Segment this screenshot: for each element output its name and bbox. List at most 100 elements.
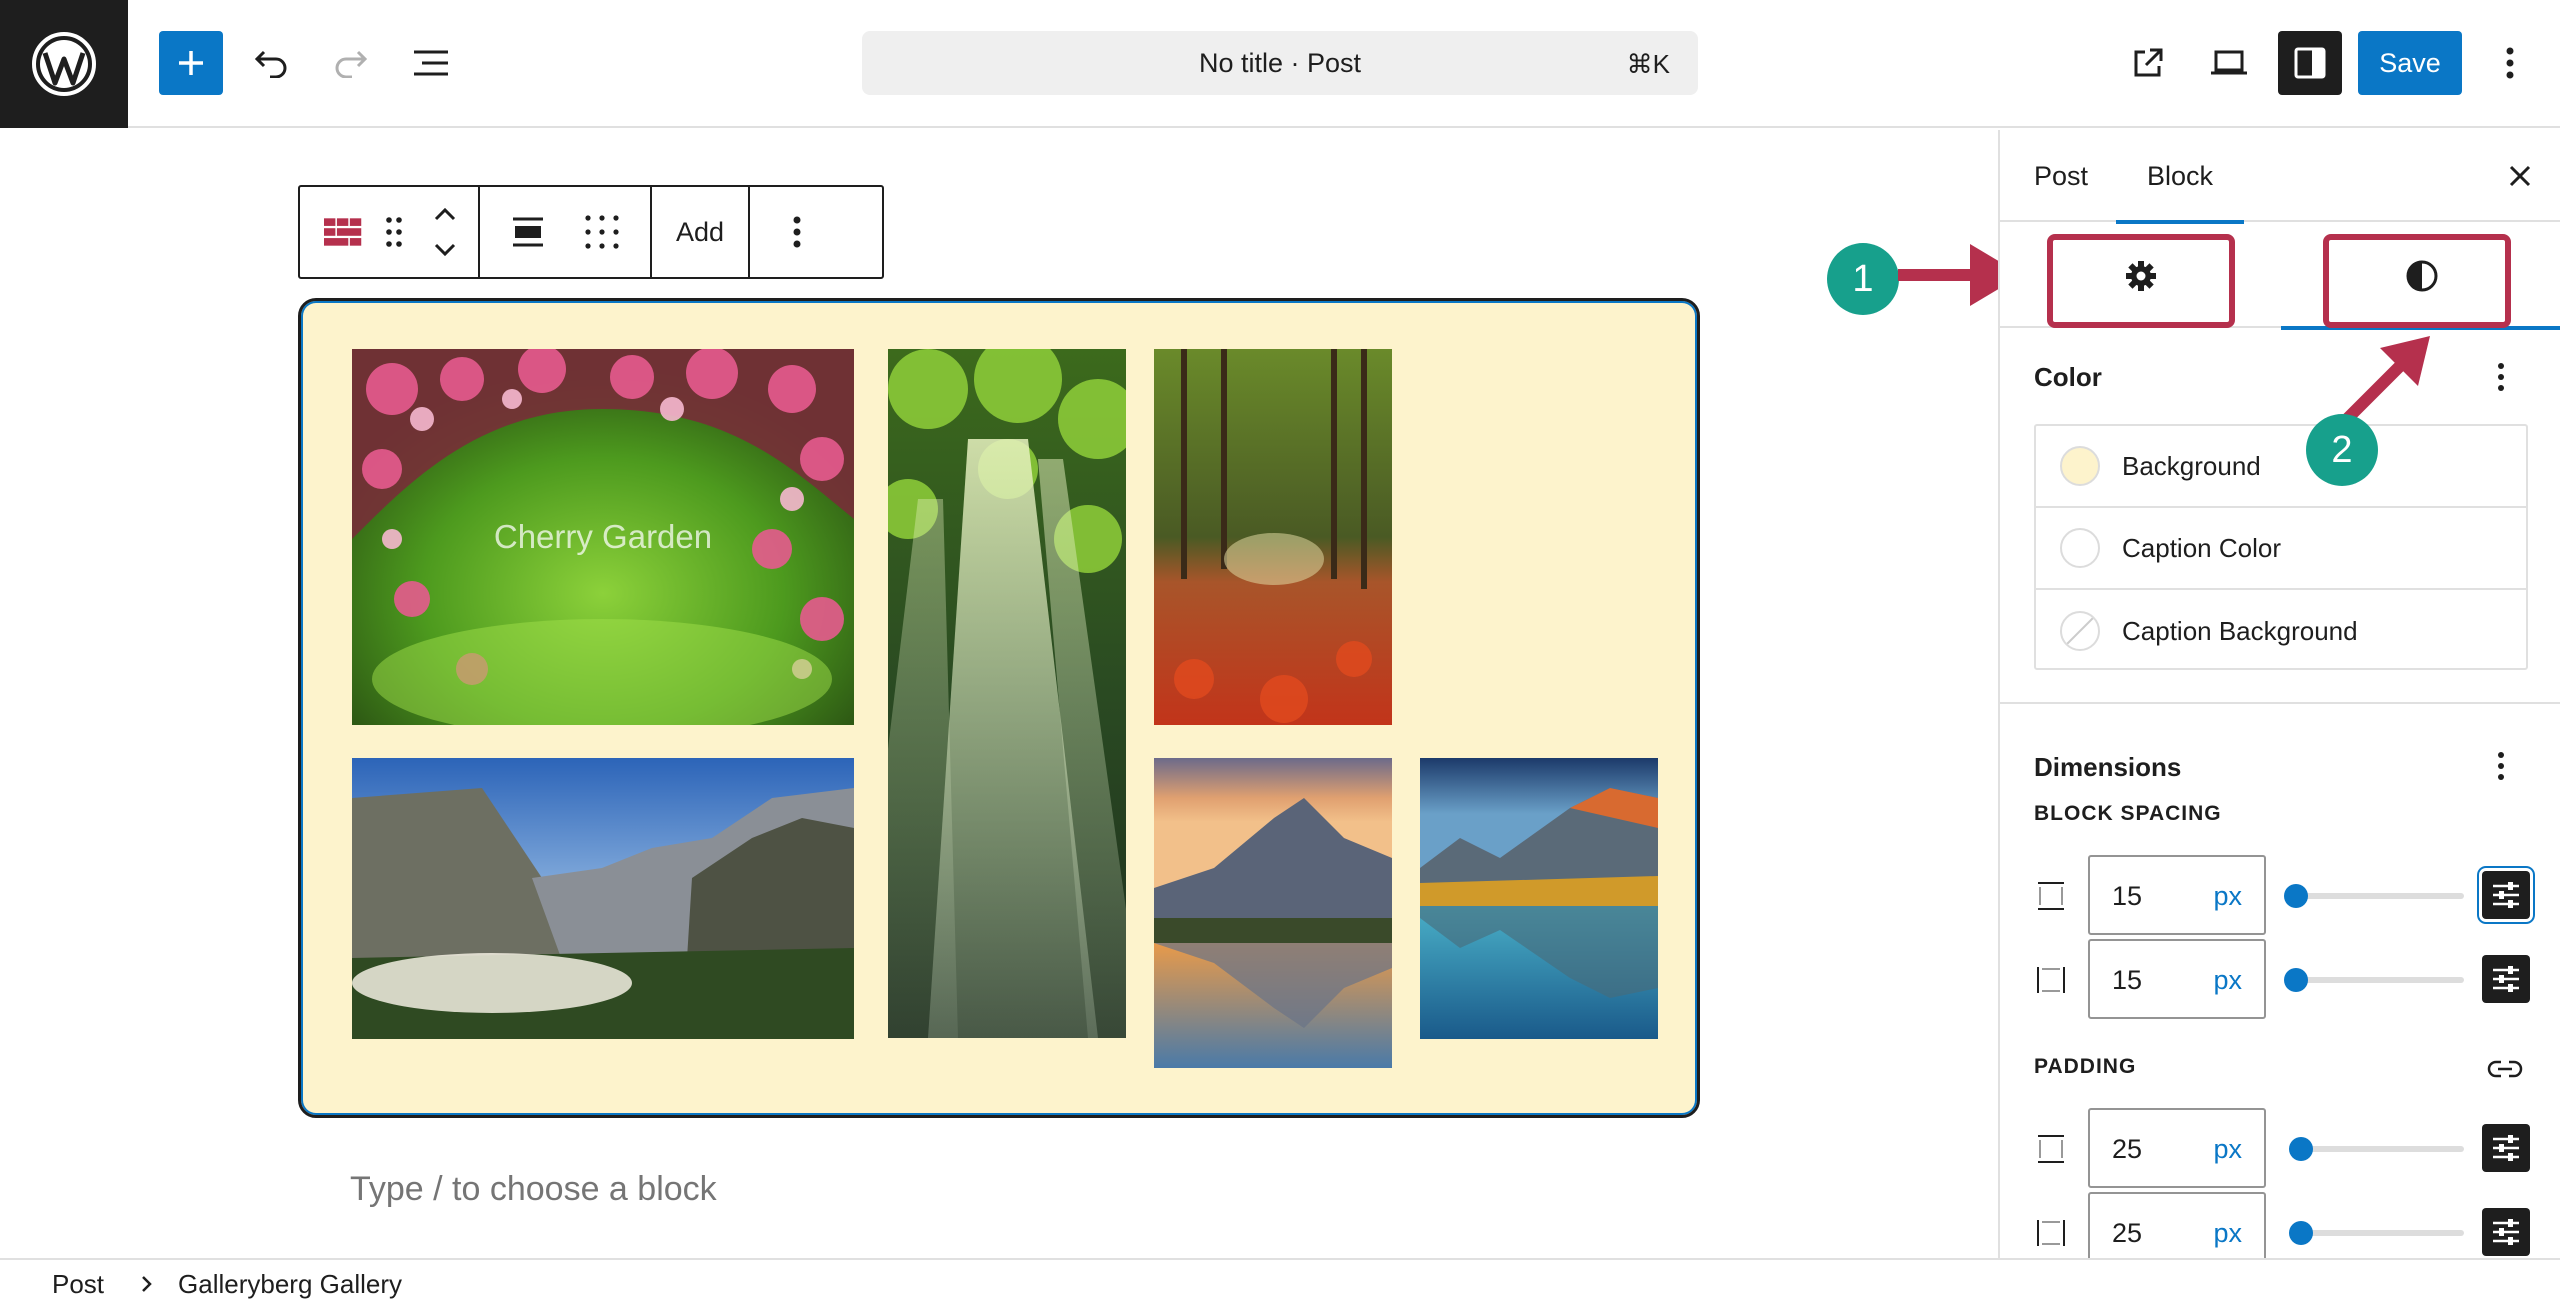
add-block-button[interactable] (159, 31, 223, 95)
block-appender-placeholder[interactable]: Type / to choose a block (350, 1170, 717, 1209)
close-sidebar-button[interactable] (2500, 156, 2540, 196)
tab-block[interactable]: Block (2116, 130, 2244, 224)
input-value: 25 (2112, 1218, 2143, 1248)
desktop-icon (2211, 50, 2247, 75)
breadcrumb-item-gallery[interactable]: Galleryberg Gallery (178, 1269, 402, 1300)
link-sides-icon[interactable] (2484, 1048, 2526, 1090)
align-button[interactable] (480, 187, 576, 277)
block-type-button[interactable] (300, 187, 362, 277)
view-post-button[interactable] (2116, 31, 2180, 95)
options-button[interactable] (2490, 31, 2530, 95)
undo-button[interactable] (239, 31, 303, 95)
block-toolbar-group-align (480, 187, 652, 277)
external-link-icon (2134, 48, 2163, 77)
padding-vertical-icon (2038, 1135, 2064, 1163)
sliders-icon (2493, 882, 2519, 908)
block-spacing-horizontal-row: 15 px (2034, 939, 2530, 1021)
top-toolbar: No title · Post ⌘K Save (0, 0, 2560, 128)
padding-horizontal-slider[interactable] (2296, 1230, 2464, 1236)
gallery-image-mountain-sunset[interactable] (1154, 758, 1392, 1068)
gallery-image-forest-sunbeams[interactable] (888, 349, 1126, 1038)
block-spacing-horizontal-slider[interactable] (2296, 977, 2464, 983)
block-toolbar-group-add: Add (652, 187, 751, 277)
sidebar-icon (2294, 47, 2326, 79)
gallery-image-autumn-path[interactable] (1154, 349, 1392, 725)
block-spacing-vertical-input[interactable]: 15 px (2088, 855, 2266, 935)
settings-sidebar-toggle[interactable] (2278, 31, 2342, 95)
padding-horizontal-input[interactable]: 25 px (2088, 1192, 2266, 1258)
list-view-button[interactable] (399, 31, 463, 95)
drag-handle[interactable] (362, 187, 426, 277)
padding-horizontal-row: 25 px (2034, 1192, 2530, 1258)
more-vertical-icon (2498, 752, 2504, 780)
input-value: 15 (2112, 881, 2143, 911)
yosemite-valley-photo (352, 758, 854, 1039)
unit-select[interactable]: px (2213, 965, 2242, 996)
plus-icon (179, 51, 203, 75)
move-up-down-icon (434, 207, 456, 257)
align-icon (513, 217, 543, 247)
layout-button[interactable] (576, 187, 650, 277)
unit-select[interactable]: px (2213, 1134, 2242, 1165)
unit-select[interactable]: px (2213, 881, 2242, 912)
custom-values-toggle[interactable] (2482, 1124, 2530, 1172)
tab-post[interactable]: Post (2034, 130, 2088, 222)
settings-sidebar: Post Block Color Background Caption Colo… (1998, 130, 2560, 1258)
background-swatch (2060, 446, 2100, 486)
shortcut-hint: ⌘K (1626, 49, 1670, 79)
padding-vertical-slider[interactable] (2296, 1146, 2464, 1152)
color-settings-list: Background Caption Color Caption Backgro… (2034, 424, 2528, 670)
drag-handle-icon (386, 217, 402, 247)
block-spacing-vertical-slider[interactable] (2296, 893, 2464, 899)
slider-thumb[interactable] (2289, 1221, 2313, 1245)
block-spacing-horizontal-input[interactable]: 15 px (2088, 939, 2266, 1019)
mountain-lake-reflection-photo (1420, 758, 1658, 1039)
block-toolbar-group-more (750, 187, 844, 277)
custom-values-toggle[interactable] (2482, 1208, 2530, 1256)
slider-thumb[interactable] (2289, 1137, 2313, 1161)
redo-button[interactable] (319, 31, 383, 95)
gallery-image-cherry-blossom[interactable]: Cherry Garden (352, 349, 854, 725)
block-toolbar: Add (298, 185, 884, 279)
padding-vertical-input[interactable]: 25 px (2088, 1108, 2266, 1188)
breadcrumb-item-post[interactable]: Post (52, 1269, 104, 1300)
color-item-caption-background[interactable]: Caption Background (2036, 590, 2526, 672)
spacing-horizontal-icon (2037, 967, 2065, 993)
command-palette-bar[interactable]: No title · Post ⌘K (862, 31, 1698, 95)
gallery-block[interactable]: Cherry Garden (298, 298, 1700, 1118)
gallery-image-yosemite[interactable] (352, 758, 854, 1039)
custom-values-toggle[interactable] (2482, 871, 2530, 919)
gallery-image-mountain-reflection[interactable] (1420, 758, 1658, 1039)
block-options-button[interactable] (750, 187, 844, 277)
annotation-badge-1: 1 (1827, 243, 1899, 315)
custom-values-toggle[interactable] (2482, 955, 2530, 1003)
sidebar-tabs: Post Block (2000, 130, 2560, 224)
block-inspector-tabs (2000, 224, 2560, 330)
color-item-label: Background (2122, 450, 2261, 481)
breadcrumb: Post Galleryberg Gallery (0, 1258, 2560, 1308)
preview-device-button[interactable] (2197, 31, 2261, 95)
dimensions-panel-options[interactable] (2486, 744, 2516, 788)
add-images-button[interactable]: Add (652, 187, 748, 277)
more-vertical-icon (2506, 47, 2514, 79)
color-item-background[interactable]: Background (2036, 426, 2526, 508)
save-button[interactable]: Save (2358, 31, 2462, 95)
forest-sunbeams-photo (888, 349, 1126, 1038)
undo-icon (254, 50, 287, 78)
slider-thumb[interactable] (2284, 968, 2308, 992)
input-value: 15 (2112, 965, 2143, 995)
caption-background-swatch (2060, 611, 2100, 651)
unit-select[interactable]: px (2213, 1218, 2242, 1249)
color-panel-options[interactable] (2486, 355, 2516, 399)
color-panel-title: Color (2034, 362, 2102, 392)
spacing-vertical-icon (2038, 882, 2064, 910)
sliders-icon (2493, 966, 2519, 992)
more-vertical-icon (793, 216, 801, 248)
gallery-image-caption[interactable]: Cherry Garden (352, 518, 854, 556)
slider-thumb[interactable] (2284, 884, 2308, 908)
wordpress-logo-icon[interactable] (0, 0, 128, 128)
color-item-caption-color[interactable]: Caption Color (2036, 508, 2526, 590)
sliders-icon (2493, 1135, 2519, 1161)
move-up-down-button[interactable] (426, 187, 478, 277)
redo-icon (335, 50, 368, 78)
